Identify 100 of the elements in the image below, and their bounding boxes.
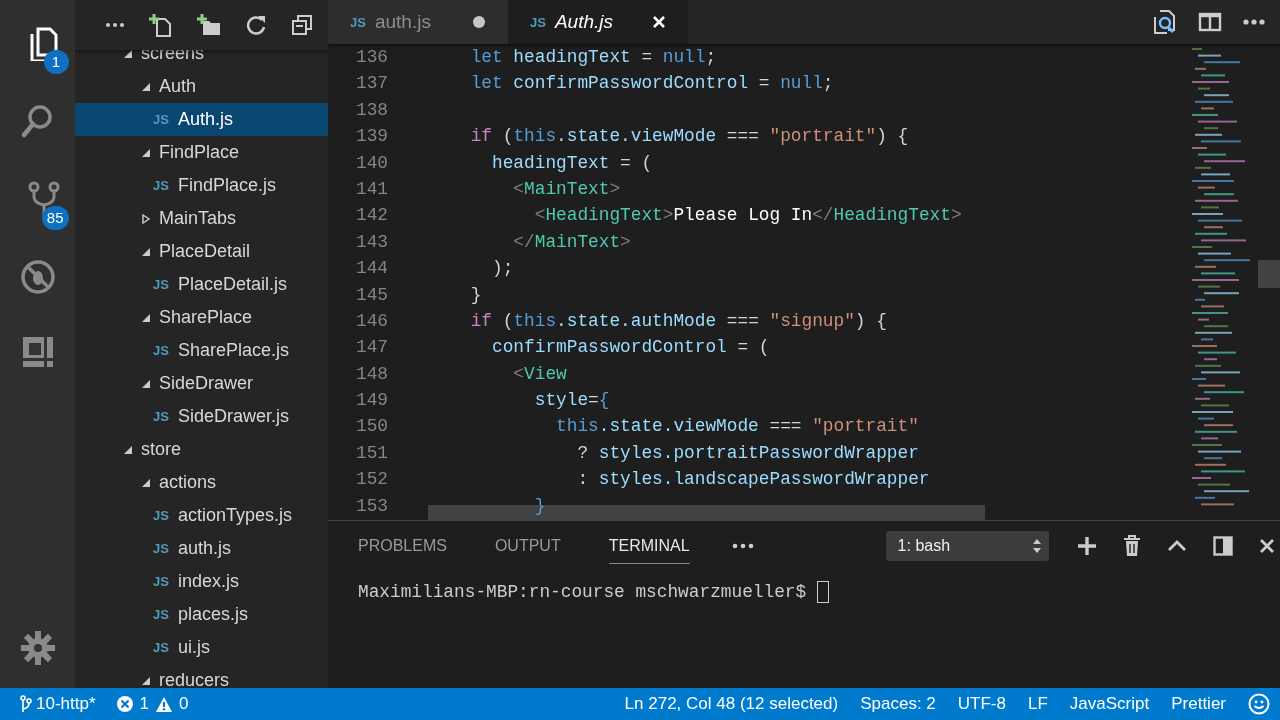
line-number: 143 <box>355 230 388 254</box>
line-number: 152 <box>355 468 388 492</box>
folder-item[interactable]: reducers <box>75 664 328 688</box>
line-number: 148 <box>355 362 388 386</box>
file-item[interactable]: JS SharePlace.js <box>75 334 328 367</box>
code-line: ? styles.portraitPasswordWrapper <box>576 441 919 465</box>
status-item[interactable]: JavaScript <box>1069 694 1150 714</box>
count-badge: 85 <box>41 206 69 230</box>
tab-label: Auth.js <box>554 11 614 33</box>
no-bug-icon <box>19 259 56 295</box>
status-item[interactable]: UTF-8 <box>957 694 1006 714</box>
more-icon[interactable] <box>731 543 754 549</box>
file-item[interactable]: JS actionTypes.js <box>75 499 328 532</box>
editor-tab[interactable]: JS Auth.js <box>508 0 688 44</box>
line-number: 145 <box>355 283 388 307</box>
folder-item[interactable]: actions <box>75 466 328 499</box>
folder-item[interactable]: PlaceDetail <box>75 235 328 268</box>
close-icon[interactable] <box>1258 538 1275 554</box>
file-item[interactable]: JS FindPlace.js <box>75 169 328 202</box>
split-panel-icon[interactable] <box>1212 536 1233 556</box>
line-number: 150 <box>355 415 388 439</box>
plus-icon[interactable] <box>1076 536 1097 556</box>
line-number: 149 <box>355 389 388 413</box>
line-number: 139 <box>355 125 388 149</box>
js-file-icon: JS <box>153 508 169 523</box>
count-badge: 1 <box>43 50 69 74</box>
refresh-icon[interactable] <box>245 14 267 36</box>
line-number: 146 <box>355 309 388 333</box>
panel-tab[interactable]: TERMINAL <box>608 528 690 564</box>
trash-icon[interactable] <box>1122 535 1141 557</box>
code-line: let confirmPasswordControl = null; <box>469 72 834 96</box>
folder-item[interactable]: SideDrawer <box>75 367 328 400</box>
branch-indicator[interactable]: 10-http* <box>20 694 96 714</box>
code-line: headingText = ( <box>491 151 653 175</box>
chevron-up-icon[interactable] <box>1166 540 1187 552</box>
js-file-icon: JS <box>153 574 169 589</box>
code-line: if (this.state.authMode === "signup") { <box>469 309 887 333</box>
js-file-icon: JS <box>530 14 546 30</box>
js-file-icon: JS <box>153 277 169 292</box>
error-count: 1 <box>139 694 149 714</box>
status-item[interactable]: Prettier <box>1171 694 1226 714</box>
folder-item[interactable]: Auth <box>75 70 328 103</box>
warning-count: 0 <box>179 694 189 714</box>
file-item[interactable]: JS index.js <box>75 565 328 598</box>
file-item[interactable]: JS Auth.js <box>75 103 328 136</box>
open-changes-icon[interactable] <box>1152 9 1178 35</box>
folder-item[interactable]: screens <box>75 50 328 70</box>
code-line: <MainText> <box>512 177 621 201</box>
split-editor-icon[interactable] <box>1198 11 1222 33</box>
code-line: </MainText> <box>512 230 631 254</box>
line-number: 147 <box>355 336 388 360</box>
js-file-icon: JS <box>350 14 366 30</box>
folder-item[interactable]: MainTabs <box>75 202 328 235</box>
code-line: let headingText = null; <box>469 46 717 69</box>
new-file-icon[interactable] <box>149 13 173 37</box>
code-line: confirmPasswordControl = ( <box>491 336 770 360</box>
line-number: 142 <box>355 204 388 228</box>
panel-tab[interactable]: PROBLEMS <box>358 528 447 564</box>
status-item[interactable]: LF <box>1028 694 1048 714</box>
line-number: 136 <box>355 46 388 69</box>
scrollbar-thumb[interactable] <box>1258 260 1280 288</box>
folder-item[interactable]: SharePlace <box>75 301 328 334</box>
file-item[interactable]: JS PlaceDetail.js <box>75 268 328 301</box>
code-line: : styles.landscapePasswordWrapper <box>576 468 930 492</box>
panel-tab[interactable]: OUTPUT <box>494 528 561 564</box>
activity-explorer-button[interactable]: 1 <box>12 18 69 74</box>
more-icon[interactable] <box>105 22 125 28</box>
error-icon <box>115 695 134 713</box>
file-item[interactable]: JS SideDrawer.js <box>75 400 328 433</box>
problems-indicator[interactable]: 1 0 <box>115 694 189 714</box>
code-line: <View <box>512 362 567 386</box>
status-item[interactable]: Spaces: 2 <box>860 694 936 714</box>
tab-label: auth.js <box>374 11 432 33</box>
smiley-icon[interactable] <box>1248 693 1270 715</box>
settings-icon <box>19 630 56 666</box>
branch-icon <box>20 695 32 713</box>
js-file-icon: JS <box>153 112 169 127</box>
status-item[interactable]: Ln 272, Col 48 (12 selected) <box>624 694 839 714</box>
line-number: 153 <box>355 494 388 518</box>
folder-item[interactable]: store <box>75 433 328 466</box>
file-item[interactable]: JS auth.js <box>75 532 328 565</box>
code-line: if (this.state.viewMode === "portrait") { <box>469 125 909 149</box>
js-file-icon: JS <box>153 640 169 655</box>
line-number: 141 <box>355 177 388 201</box>
line-number: 151 <box>355 441 388 465</box>
js-file-icon: JS <box>153 178 169 193</box>
new-folder-icon[interactable] <box>197 13 221 37</box>
line-number: 137 <box>355 72 388 96</box>
terminal-dropdown[interactable]: 1: bash <box>885 531 1049 561</box>
collapse-all-icon[interactable] <box>291 14 313 36</box>
more-icon[interactable] <box>1242 18 1266 26</box>
folder-item[interactable]: FindPlace <box>75 136 328 169</box>
file-item[interactable]: JS ui.js <box>75 631 328 664</box>
file-item[interactable]: JS places.js <box>75 598 328 631</box>
line-number: 138 <box>355 98 388 122</box>
js-file-icon: JS <box>153 343 169 358</box>
editor-tab[interactable]: JS auth.js <box>328 0 508 44</box>
activity-source-control-button[interactable]: 85 <box>12 174 69 230</box>
code-line: } <box>469 283 482 307</box>
code-line: ); <box>491 257 514 281</box>
